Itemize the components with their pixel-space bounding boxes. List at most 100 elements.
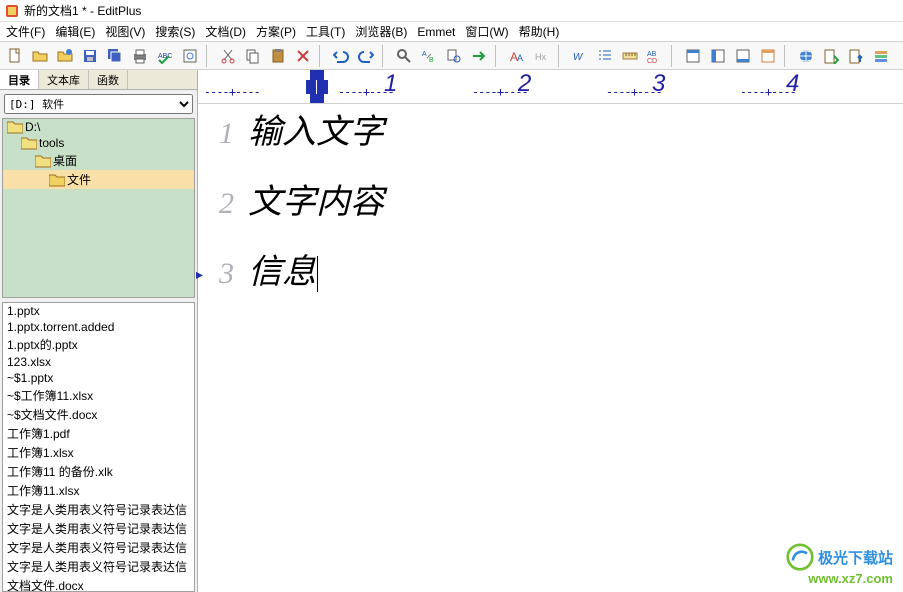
redo-button[interactable] — [355, 45, 377, 67]
sidebar-tabs: 目录 文本库 函数 — [0, 70, 197, 90]
svg-text:Hx: Hx — [535, 52, 546, 62]
settings-button[interactable] — [870, 45, 892, 67]
new-file-button[interactable] — [4, 45, 26, 67]
folder-node[interactable]: 桌面 — [3, 151, 194, 170]
folder-tree[interactable]: D:\tools桌面文件 — [2, 118, 195, 298]
copy-button[interactable] — [242, 45, 264, 67]
menu-plan[interactable]: 方案(P) — [256, 23, 296, 40]
open-file-button[interactable] — [29, 45, 51, 67]
save-all-button[interactable] — [104, 45, 126, 67]
line-text[interactable]: 信息 — [248, 244, 318, 293]
editor-line[interactable]: ▸3信息 — [198, 244, 903, 314]
file-item[interactable]: ~$文档文件.docx — [3, 405, 194, 424]
window-title: 新的文档1 * - EditPlus — [24, 2, 141, 19]
spellcheck-button[interactable]: ABC — [154, 45, 176, 67]
editor-area: ----+----1----+----2----+----3----+----4… — [198, 70, 903, 592]
svg-text:CD: CD — [647, 58, 657, 64]
svg-text:AB: AB — [647, 51, 657, 58]
sidebar-tab-func[interactable]: 函数 — [89, 70, 128, 89]
app-logo-icon — [4, 3, 20, 19]
indent-button[interactable]: ABCD — [644, 45, 666, 67]
upload-button[interactable] — [845, 45, 867, 67]
file-item[interactable]: 1.pptx的.pptx — [3, 335, 194, 354]
svg-text:A: A — [517, 53, 523, 63]
toolbar-sep — [382, 45, 388, 67]
menu-search[interactable]: 搜索(S) — [155, 23, 195, 40]
open-remote-button[interactable] — [54, 45, 76, 67]
file-item[interactable]: 文字是人类用表义符号记录表达信 — [3, 557, 194, 576]
menu-window[interactable]: 窗口(W) — [465, 23, 508, 40]
line-text[interactable]: 文字内容 — [248, 174, 384, 223]
paste-button[interactable] — [267, 45, 289, 67]
ruler-dash: ----+---- — [204, 85, 260, 99]
hex-button[interactable]: Hx — [531, 45, 553, 67]
panel4-button[interactable] — [757, 45, 779, 67]
menu-edit[interactable]: 编辑(E) — [55, 23, 95, 40]
panel3-button[interactable] — [732, 45, 754, 67]
menu-help[interactable]: 帮助(H) — [519, 23, 560, 40]
text-cursor-icon — [317, 256, 318, 292]
file-item[interactable]: 1.pptx.torrent.added — [3, 319, 194, 335]
drive-select[interactable]: [D:] 软件 — [4, 94, 193, 114]
watermark-text2: www.xz7.com — [786, 571, 893, 586]
file-item[interactable]: ~$1.pptx — [3, 370, 194, 386]
file-item[interactable]: 工作簿11.xlsx — [3, 481, 194, 500]
watermark: 极光下载站 www.xz7.com — [786, 543, 893, 586]
toolbar-sep — [319, 45, 325, 67]
menu-view[interactable]: 视图(V) — [105, 23, 145, 40]
ruler-dash: ----+---- — [740, 85, 796, 99]
sidebar: 目录 文本库 函数 [D:] 软件 D:\tools桌面文件 1.pptx1.p… — [0, 70, 198, 592]
svg-text:A: A — [422, 51, 427, 58]
cut-button[interactable] — [217, 45, 239, 67]
find-button[interactable] — [393, 45, 415, 67]
ruler-dash: ----+---- — [338, 85, 394, 99]
ruler: ----+----1----+----2----+----3----+----4… — [198, 70, 903, 104]
font-button[interactable]: AA — [506, 45, 528, 67]
line-number: 3 — [198, 257, 248, 291]
file-item[interactable]: 工作簿11 的备份.xlk — [3, 462, 194, 481]
file-item[interactable]: 1.pptx — [3, 303, 194, 319]
file-item[interactable]: 文字是人类用表义符号记录表达信 — [3, 500, 194, 519]
goto-button[interactable] — [468, 45, 490, 67]
file-list[interactable]: 1.pptx1.pptx.torrent.added1.pptx的.pptx12… — [2, 302, 195, 592]
undo-button[interactable] — [330, 45, 352, 67]
ruler-button[interactable] — [619, 45, 641, 67]
watermark-text1: 极光下载站 — [818, 547, 893, 568]
preview-button[interactable] — [179, 45, 201, 67]
exec-button[interactable] — [820, 45, 842, 67]
print-button[interactable] — [129, 45, 151, 67]
save-button[interactable] — [79, 45, 101, 67]
sidebar-tab-dir[interactable]: 目录 — [0, 70, 39, 89]
toolbar-sep — [206, 45, 212, 67]
delete-button[interactable] — [292, 45, 314, 67]
menu-browser[interactable]: 浏览器(B) — [355, 23, 407, 40]
editor-line[interactable]: 1输入文字 — [198, 104, 903, 174]
file-item[interactable]: 文档文件.docx — [3, 576, 194, 592]
find-in-files-button[interactable] — [443, 45, 465, 67]
linenum-button[interactable] — [594, 45, 616, 67]
line-text[interactable]: 输入文字 — [248, 104, 384, 153]
wordwrap-button[interactable]: W — [569, 45, 591, 67]
line-number: 2 — [198, 187, 248, 221]
file-item[interactable]: 工作簿1.xlsx — [3, 443, 194, 462]
editor-line[interactable]: 2文字内容 — [198, 174, 903, 244]
panel1-button[interactable] — [682, 45, 704, 67]
browser-button[interactable] — [795, 45, 817, 67]
folder-node[interactable]: D:\ — [3, 119, 194, 135]
file-item[interactable]: ~$工作簿11.xlsx — [3, 386, 194, 405]
menu-tool[interactable]: 工具(T) — [306, 23, 345, 40]
menu-file[interactable]: 文件(F) — [6, 23, 45, 40]
panel2-button[interactable] — [707, 45, 729, 67]
file-item[interactable]: 文字是人类用表义符号记录表达信 — [3, 519, 194, 538]
folder-node[interactable]: tools — [3, 135, 194, 151]
sidebar-tab-lib[interactable]: 文本库 — [39, 70, 89, 89]
folder-node[interactable]: 文件 — [3, 170, 194, 189]
replace-button[interactable]: AB — [418, 45, 440, 67]
menu-doc[interactable]: 文档(D) — [205, 23, 246, 40]
file-item[interactable]: 文字是人类用表义符号记录表达信 — [3, 538, 194, 557]
file-item[interactable]: 工作簿1.pdf — [3, 424, 194, 443]
watermark-logo-icon — [786, 543, 814, 571]
menu-emmet[interactable]: Emmet — [417, 25, 455, 39]
editor[interactable]: 1输入文字2文字内容▸3信息 — [198, 104, 903, 592]
file-item[interactable]: 123.xlsx — [3, 354, 194, 370]
